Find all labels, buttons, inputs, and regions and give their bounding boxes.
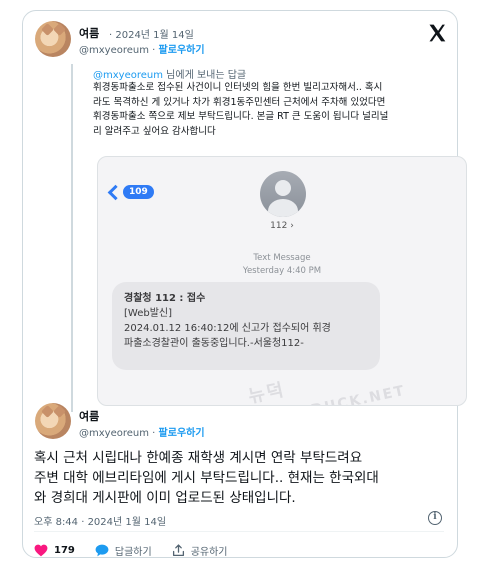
separator: · xyxy=(152,428,156,439)
chevron-left-icon xyxy=(107,184,124,200)
author-handle[interactable]: @mxyeoreum xyxy=(79,45,149,56)
action-bar: 179 답글하기 공유하기 xyxy=(34,541,248,559)
sms-label-time: Yesterday 4:40 PM xyxy=(242,266,322,276)
follow-button[interactable]: 팔로우하기 xyxy=(159,45,205,56)
sms-message-line: 경찰청 112 : 접수 xyxy=(124,293,206,304)
sms-message-line: 2024.01.12 16:40:12에 신고가 접수되어 휘경 xyxy=(124,323,331,334)
share-icon xyxy=(172,543,184,556)
sms-unread-badge: 109 xyxy=(123,185,154,199)
sms-contact-avatar-icon xyxy=(260,171,306,217)
sms-message-line: 파출소경찰관이 출동중입니다.-서울청112- xyxy=(124,338,304,349)
reply-follow-button[interactable]: 팔로우하기 xyxy=(159,428,205,439)
reply-bubble-icon xyxy=(95,544,109,556)
author-name[interactable]: 여름 xyxy=(79,25,99,41)
reply-to-suffix: 님에게 보내는 답글 xyxy=(166,70,247,81)
share-label: 공유하기 xyxy=(190,546,228,558)
reply-text: 혹시 근처 시립대나 한예종 재학생 계시면 연락 부탁드려요 주변 대학 에브… xyxy=(34,448,444,508)
sms-back-button: 109 xyxy=(107,184,154,200)
post-text-line: 휘경동파출소 쪽으로 제보 부탁드립니다. 본글 RT 큰 도움이 됩니다 널리… xyxy=(93,111,389,122)
sms-label-type: Text Message xyxy=(253,253,311,263)
reply-button[interactable]: 답글하기 xyxy=(95,543,152,558)
reply-author-name[interactable]: 여름 xyxy=(79,408,99,424)
like-button[interactable]: 179 xyxy=(34,544,75,557)
watermark-url: NEWDUCK.NET xyxy=(267,382,408,406)
like-count: 179 xyxy=(54,544,75,556)
reply-text-line: 혹시 근처 시립대나 한예종 재학생 계시면 연락 부탁드려요 xyxy=(34,450,363,466)
sms-contact-number: 112 › xyxy=(270,221,294,231)
heart-icon xyxy=(34,544,48,556)
reply-timestamp[interactable]: 오후 8:44 · 2024년 1월 14일 xyxy=(34,513,166,528)
info-icon[interactable]: i xyxy=(428,511,442,525)
reply-to-handle[interactable]: @mxyeoreum xyxy=(93,70,163,81)
x-logo-icon[interactable] xyxy=(427,23,447,43)
reply-to-line: @mxyeoreum 님에게 보내는 답글 xyxy=(93,66,246,81)
separator: · xyxy=(152,45,156,56)
post-text-line: 라도 목격하신 게 있거나 차가 휘경1동주민센터 근처에서 주차해 있었다면 xyxy=(93,96,386,108)
post-text-line: 리 알려주고 싶어요 감사합니다 xyxy=(93,125,216,137)
reply-text-line: 주변 대학 에브리타임에 게시 부탁드립니다.. 현재는 한국외대 xyxy=(34,470,379,486)
avatar[interactable] xyxy=(35,21,71,57)
reply-avatar[interactable] xyxy=(35,403,71,439)
reply-text-line: 와 경희대 게시판에 이미 업로드된 상태입니다. xyxy=(34,490,296,506)
handle-line: @mxyeoreum · 팔로우하기 xyxy=(79,41,205,56)
sms-message-line: [Web발신] xyxy=(124,308,173,319)
post-date[interactable]: · 2024년 1월 14일 xyxy=(109,26,194,41)
post-text: 휘경동파출소로 접수된 사건이니 인터넷의 힘을 한번 빌리고자해서.. 혹시 … xyxy=(93,81,465,139)
reply-handle-line: @mxyeoreum · 팔로우하기 xyxy=(79,424,205,439)
divider xyxy=(34,531,444,532)
post-text-line: 휘경동파출소로 접수된 사건이니 인터넷의 힘을 한번 빌리고자해서.. 혹시 xyxy=(93,82,383,93)
thread-line xyxy=(71,64,73,412)
reply-label: 답글하기 xyxy=(114,546,152,558)
reply-author-handle[interactable]: @mxyeoreum xyxy=(79,428,149,439)
sms-message-bubble: 경찰청 112 : 접수 [Web발신] 2024.01.12 16:40:12… xyxy=(112,282,380,370)
sms-screenshot-image[interactable]: 109 112 › Text Message Yesterday 4:40 PM… xyxy=(97,156,467,406)
share-button[interactable]: 공유하기 xyxy=(172,543,228,558)
watermark-text: 뉴덕 xyxy=(246,379,288,406)
